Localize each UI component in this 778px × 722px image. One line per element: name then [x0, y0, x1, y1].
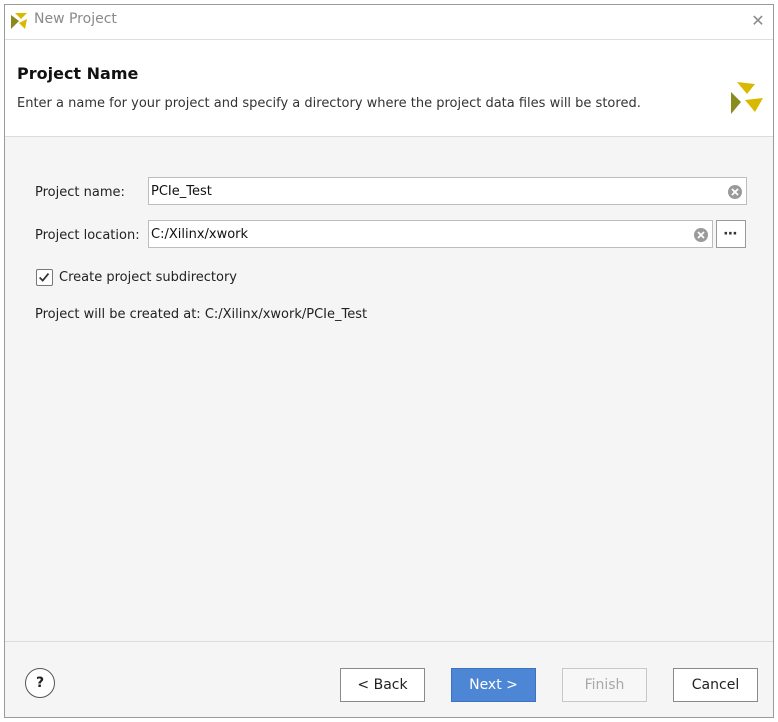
back-button[interactable]: < Back: [340, 668, 425, 702]
created-at-text: Project will be created at: C:/Xilinx/xw…: [35, 307, 368, 322]
page-heading: Project Name: [17, 64, 139, 83]
brand-logo-icon: [731, 82, 763, 114]
project-location-label: Project location:: [35, 228, 140, 243]
project-location-field[interactable]: [148, 220, 713, 248]
clear-name-icon[interactable]: [727, 184, 743, 200]
finish-button[interactable]: Finish: [562, 668, 647, 702]
project-location-input[interactable]: [151, 223, 686, 245]
new-project-dialog: New Project ✕ Project Name Enter a name …: [4, 4, 774, 718]
page-description: Enter a name for your project and specif…: [17, 96, 641, 111]
project-name-input[interactable]: [151, 180, 721, 202]
project-name-field[interactable]: [148, 177, 747, 205]
browse-button[interactable]: ⋯: [716, 220, 746, 248]
window-title: New Project: [34, 11, 117, 27]
project-name-label-text: Project name:: [35, 185, 125, 200]
page-header: Project Name Enter a name for your proje…: [5, 40, 773, 137]
project-location-label-text: Project location:: [35, 228, 140, 243]
clear-location-icon[interactable]: [693, 227, 709, 243]
next-button[interactable]: Next >: [451, 668, 536, 702]
subdir-checkbox[interactable]: [36, 269, 53, 286]
title-bar: New Project ✕: [5, 5, 773, 40]
checkmark-icon: [39, 272, 50, 282]
subdir-label: Create project subdirectory: [59, 270, 238, 285]
close-icon[interactable]: ✕: [747, 9, 769, 31]
cancel-button[interactable]: Cancel: [673, 668, 758, 702]
project-name-label: Project name:: [35, 185, 125, 200]
footer-divider: [5, 641, 773, 642]
help-button[interactable]: ?: [25, 668, 55, 698]
app-logo-icon: [11, 13, 27, 29]
